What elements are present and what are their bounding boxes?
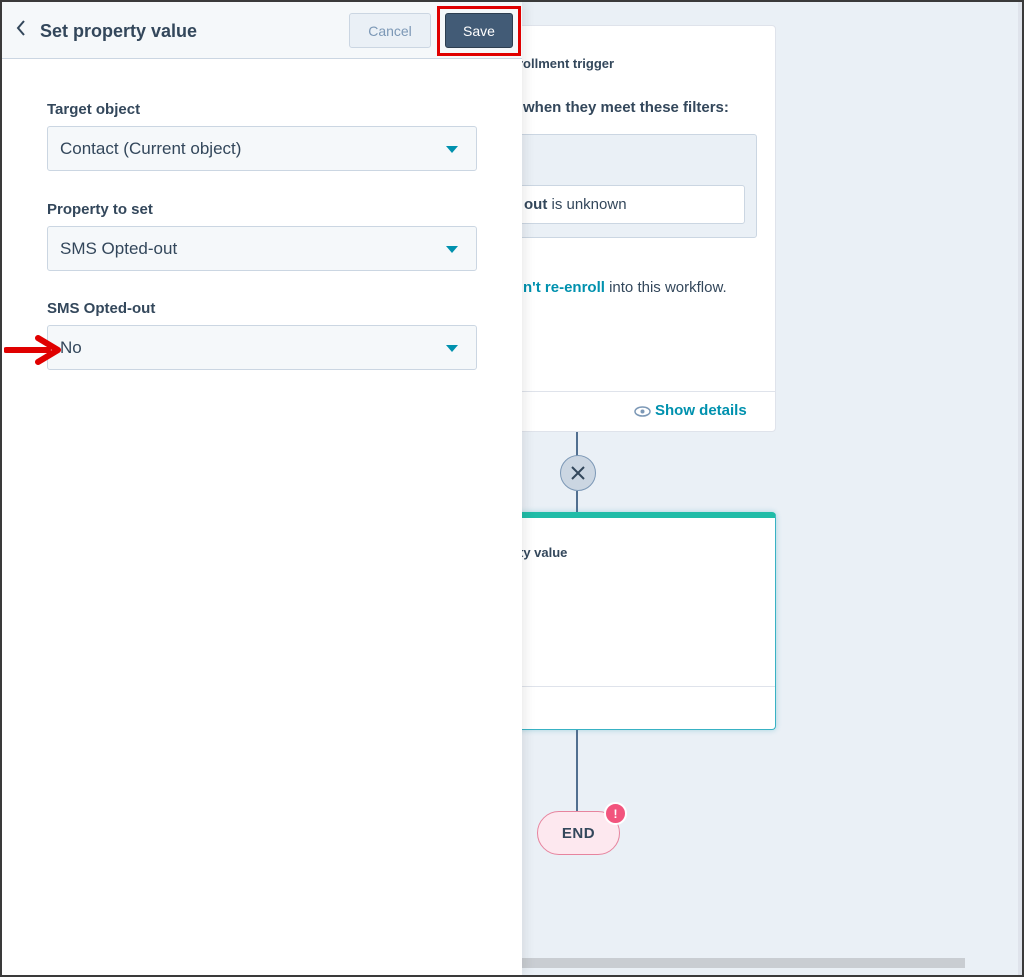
set-property-panel: Set property value Cancel Save Target ob… bbox=[2, 2, 522, 975]
filter-property: out bbox=[524, 196, 548, 213]
close-icon bbox=[571, 466, 585, 480]
panel-header: Set property value Cancel Save bbox=[2, 2, 522, 59]
sms-opted-out-label: SMS Opted-out bbox=[47, 300, 156, 317]
save-button[interactable]: Save bbox=[445, 13, 513, 48]
filter-operator: is unknown bbox=[547, 196, 627, 213]
sms-opted-out-select[interactable]: No bbox=[47, 325, 477, 370]
horizontal-scrollbar[interactable] bbox=[522, 958, 965, 968]
caret-down-icon bbox=[446, 246, 458, 253]
caret-down-icon bbox=[446, 146, 458, 153]
property-to-set-label: Property to set bbox=[47, 201, 153, 218]
alert-badge: ! bbox=[604, 802, 627, 825]
target-object-label: Target object bbox=[47, 101, 141, 118]
connector-line bbox=[576, 432, 578, 456]
workflow-window: rollment trigger when they meet these fi… bbox=[2, 2, 1022, 975]
cancel-button[interactable]: Cancel bbox=[349, 13, 431, 48]
red-arrow-icon bbox=[4, 335, 61, 365]
connector-line bbox=[576, 491, 578, 513]
chevron-left-icon bbox=[16, 20, 25, 36]
reenroll-text: into this workflow. bbox=[604, 279, 727, 296]
eye-icon bbox=[634, 405, 651, 417]
property-to-set-select[interactable]: SMS Opted-out bbox=[47, 226, 477, 271]
trigger-heading: rollment trigger bbox=[518, 56, 615, 71]
trigger-subheading: when they meet these filters: bbox=[523, 99, 729, 116]
delete-connection-button[interactable] bbox=[560, 455, 596, 491]
sms-opted-out-value: No bbox=[60, 338, 82, 357]
property-to-set-value: SMS Opted-out bbox=[60, 239, 178, 258]
panel-title: Set property value bbox=[40, 21, 198, 41]
back-button[interactable] bbox=[16, 19, 26, 42]
connector-line bbox=[576, 730, 578, 812]
canvas-edge bbox=[1018, 2, 1022, 975]
show-details-button[interactable]: Show details bbox=[634, 402, 747, 419]
caret-down-icon bbox=[446, 345, 458, 352]
reenroll-link[interactable]: n't re-enroll bbox=[523, 279, 605, 296]
target-object-select[interactable]: Contact (Current object) bbox=[47, 126, 477, 171]
target-object-value: Contact (Current object) bbox=[60, 139, 242, 158]
show-details-label: Show details bbox=[655, 402, 747, 419]
action-title: ty value bbox=[519, 545, 568, 560]
